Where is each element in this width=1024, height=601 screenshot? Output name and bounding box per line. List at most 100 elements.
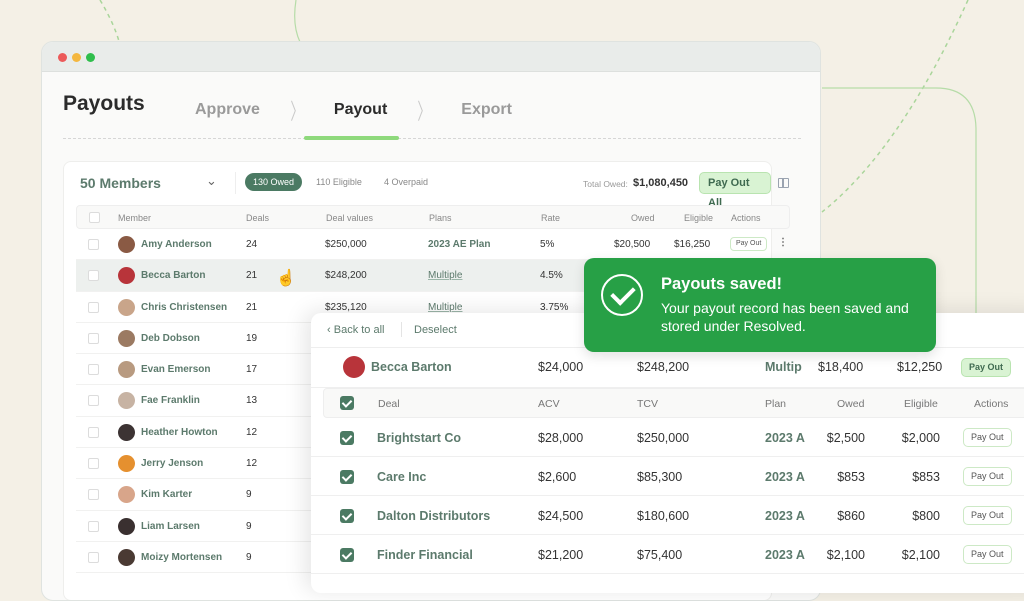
member-plan[interactable]: Multip [765, 360, 802, 374]
select-all-deals-checkbox[interactable] [340, 396, 354, 410]
column-header-plan[interactable]: Plan [765, 398, 786, 410]
pay-out-deal-button[interactable]: Pay Out [963, 467, 1012, 486]
row-checkbox[interactable] [88, 489, 99, 501]
close-window-button[interactable] [58, 53, 67, 62]
more-options-icon[interactable]: ⋮ [778, 237, 788, 248]
column-header-eligible[interactable]: Eligible [904, 398, 938, 410]
pay-out-deal-button[interactable]: Pay Out [963, 506, 1012, 525]
deal-value: $235,120 [325, 301, 367, 313]
row-checkbox[interactable] [88, 458, 99, 470]
deal-plan[interactable]: 2023 A [765, 470, 805, 484]
step-approve[interactable]: Approve [195, 101, 260, 119]
column-header-eligible[interactable]: Eligible [684, 213, 713, 223]
plan-link[interactable]: 2023 AE Plan [428, 239, 490, 250]
deals-count: 24 [246, 239, 258, 250]
column-header-deal-values[interactable]: Deal values [326, 213, 373, 223]
row-checkbox[interactable] [88, 270, 99, 282]
deals-count: 9 [246, 520, 252, 532]
deals-table-body: Brightstart Co $28,000 $250,000 2023 A $2,50… [311, 418, 1024, 574]
deal-acv: $28,000 [538, 431, 584, 445]
plan-link[interactable]: Multiple [428, 270, 462, 281]
row-checkbox[interactable] [88, 239, 99, 250]
column-header-rate[interactable]: Rate [541, 213, 560, 223]
member-name[interactable]: Chris Christensen [141, 302, 227, 313]
deals-count: 19 [246, 332, 258, 344]
deselect-button[interactable]: Deselect [414, 324, 457, 336]
column-header-acv[interactable]: ACV [538, 398, 560, 410]
filter-eligible[interactable]: 110 Eligible [308, 173, 370, 191]
members-toolbar: 50 Members ⌄ 130 Owed 110 Eligible 4 Ove… [64, 162, 789, 209]
deal-row[interactable]: Care Inc $2,600 $85,300 2023 A $853 $853 Pay O… [311, 457, 1024, 496]
member-name[interactable]: Jerry Jenson [141, 458, 203, 469]
avatar [118, 517, 135, 535]
pay-out-all-button[interactable]: Pay Out All [699, 172, 771, 209]
column-header-owed[interactable]: Owed [631, 213, 655, 223]
filter-overpaid[interactable]: 4 Overpaid [376, 173, 436, 191]
row-checkbox[interactable] [88, 364, 99, 376]
chevron-right-icon: 〉 [290, 99, 304, 124]
deal-eligible: $800 [912, 509, 940, 523]
row-checkbox[interactable] [88, 332, 99, 344]
deal-checkbox[interactable] [340, 470, 354, 484]
member-name[interactable]: Evan Emerson [141, 364, 210, 375]
deal-plan[interactable]: 2023 A [765, 509, 805, 523]
select-all-checkbox[interactable] [89, 212, 100, 223]
row-checkbox[interactable] [88, 301, 99, 313]
deal-checkbox[interactable] [340, 548, 354, 562]
column-header-member[interactable]: Member [118, 213, 151, 223]
deals-count: 9 [246, 489, 252, 501]
member-acv: $24,000 [538, 360, 584, 374]
filter-owed[interactable]: 130 Owed [245, 173, 303, 191]
column-header-deal[interactable]: Deal [378, 398, 400, 410]
maximize-window-button[interactable] [86, 53, 95, 62]
pay-out-button[interactable]: Pay Out [730, 237, 768, 251]
deal-checkbox[interactable] [340, 509, 354, 523]
member-name[interactable]: Heather Howton [141, 427, 218, 438]
page-title: Payouts [63, 92, 145, 115]
table-row[interactable]: Amy Anderson 24 $250,000 2023 AE Plan 5% $20,… [76, 229, 790, 261]
back-to-all-button[interactable]: ‹ Back to all [327, 324, 384, 336]
column-header-owed[interactable]: Owed [837, 398, 864, 410]
member-name[interactable]: Deb Dobson [141, 333, 200, 344]
deal-name[interactable]: Finder Financial [377, 548, 473, 562]
row-checkbox[interactable] [88, 426, 99, 438]
deal-name[interactable]: Dalton Distributors [377, 509, 490, 523]
deal-checkbox[interactable] [340, 431, 354, 445]
chevron-down-icon[interactable]: ⌄ [206, 173, 217, 189]
deal-name[interactable]: Care Inc [377, 470, 426, 484]
deal-name[interactable]: Brightstart Co [377, 431, 461, 445]
deal-plan[interactable]: 2023 A [765, 431, 805, 445]
deal-row[interactable]: Finder Financial $21,200 $75,400 2023 A $2,1… [311, 535, 1024, 574]
column-header-actions[interactable]: Actions [974, 398, 1008, 410]
member-name[interactable]: Liam Larsen [141, 521, 200, 532]
column-header-actions[interactable]: Actions [731, 213, 761, 223]
columns-icon[interactable] [778, 178, 789, 188]
deal-row[interactable]: Dalton Distributors $24,500 $180,600 2023 A… [311, 496, 1024, 535]
deal-tcv: $85,300 [637, 470, 683, 484]
member-name[interactable]: Becca Barton [371, 360, 452, 374]
window-titlebar [42, 42, 820, 72]
step-payout[interactable]: Payout [334, 101, 387, 119]
deal-row[interactable]: Brightstart Co $28,000 $250,000 2023 A $2,50… [311, 418, 1024, 457]
pay-out-deal-button[interactable]: Pay Out [963, 428, 1012, 447]
pay-out-member-button[interactable]: Pay Out [961, 358, 1012, 377]
step-export[interactable]: Export [461, 101, 512, 119]
member-name[interactable]: Amy Anderson [141, 239, 212, 250]
row-checkbox[interactable] [88, 551, 99, 563]
member-name[interactable]: Becca Barton [141, 270, 205, 281]
column-header-tcv[interactable]: TCV [637, 398, 658, 410]
hand-cursor-icon: ☝ [276, 270, 296, 287]
member-name[interactable]: Fae Franklin [141, 395, 200, 406]
column-header-plans[interactable]: Plans [429, 213, 452, 223]
row-checkbox[interactable] [88, 520, 99, 532]
row-checkbox[interactable] [88, 395, 99, 407]
member-name[interactable]: Kim Karter [141, 489, 192, 500]
column-header-deals[interactable]: Deals [246, 213, 269, 223]
member-name[interactable]: Moizy Mortensen [141, 552, 222, 563]
members-dropdown[interactable]: 50 Members [80, 175, 161, 191]
deal-plan[interactable]: 2023 A [765, 548, 805, 562]
pay-out-deal-button[interactable]: Pay Out [963, 545, 1012, 564]
deals-count: 21 [246, 301, 258, 313]
minimize-window-button[interactable] [72, 53, 81, 62]
plan-link[interactable]: Multiple [428, 302, 462, 313]
